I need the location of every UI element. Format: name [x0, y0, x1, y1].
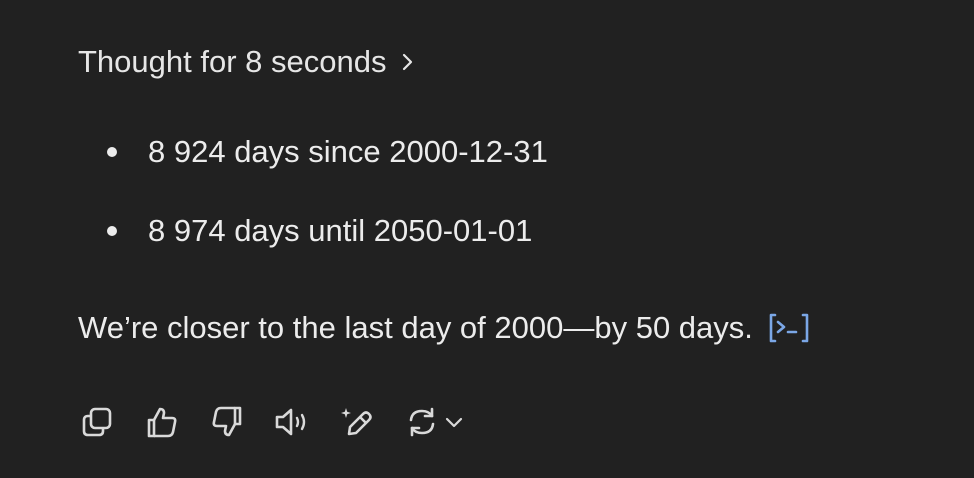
bad-response-button[interactable]: [208, 402, 246, 442]
thought-toggle[interactable]: Thought for 8 seconds: [78, 40, 416, 84]
speaker-icon: [273, 405, 311, 439]
copy-icon: [80, 405, 114, 439]
list-item: 8 924 days since 2000-12-31: [78, 130, 548, 174]
regenerate-button[interactable]: [403, 402, 465, 442]
sparkle-pen-icon: [339, 405, 375, 439]
bullet-dot: [107, 147, 117, 157]
thumbs-up-icon: [145, 405, 179, 439]
list-item: 8 974 days until 2050-01-01: [78, 209, 548, 253]
list-item-text: 8 974 days until 2050-01-01: [148, 213, 533, 248]
chevron-right-icon: [400, 52, 416, 72]
edit-canvas-button[interactable]: [338, 402, 376, 442]
answer-text: We’re closer to the last day of 2000—by …: [78, 310, 753, 345]
bullet-dot: [107, 226, 117, 236]
chevron-down-icon: [443, 402, 465, 442]
regenerate-icon-wrap: [403, 402, 441, 442]
thought-label: Thought for 8 seconds: [78, 44, 387, 79]
answer-paragraph: We’re closer to the last day of 2000—by …: [78, 306, 811, 350]
thumbs-down-icon: [210, 405, 244, 439]
good-response-button[interactable]: [143, 402, 181, 442]
bullet-list: 8 924 days since 2000-12-31 8 974 days u…: [78, 130, 548, 253]
copy-button[interactable]: [78, 402, 116, 442]
list-item-text: 8 924 days since 2000-12-31: [148, 134, 548, 169]
read-aloud-button[interactable]: [273, 402, 311, 442]
refresh-icon: [404, 405, 440, 439]
message-actions: [78, 402, 465, 442]
code-terminal-icon[interactable]: [767, 311, 811, 345]
